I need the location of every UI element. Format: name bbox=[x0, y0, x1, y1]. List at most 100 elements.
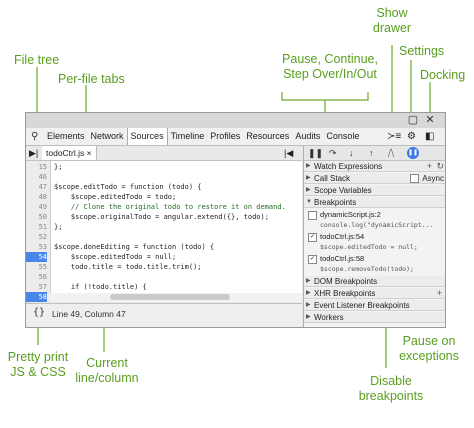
restore-icon[interactable]: ▢ bbox=[407, 114, 419, 126]
pause-on-exceptions-icon[interactable]: ❚❚ bbox=[407, 147, 419, 159]
dock-icon[interactable]: ◧ bbox=[425, 130, 434, 143]
disable-breakpoints-icon[interactable]: ⧸⧹ bbox=[388, 147, 394, 159]
line-number[interactable]: 49 bbox=[26, 202, 47, 212]
code-line: $scope.doneEditing = function (todo) { bbox=[54, 243, 215, 251]
pane-xhr-label: XHR Breakpoints bbox=[314, 289, 376, 298]
breakpoint-checkbox[interactable] bbox=[308, 210, 317, 220]
line-number[interactable]: 15 bbox=[26, 162, 47, 172]
line-number[interactable]: 51 bbox=[26, 222, 47, 232]
gear-icon[interactable]: ⚙ bbox=[407, 130, 416, 143]
pane-watch-label: Watch Expressions bbox=[314, 162, 383, 171]
add-icon[interactable]: + bbox=[427, 161, 432, 172]
debugger-sidebar: ❚❚ ↷ ↓ ↑ ⧸⧹ ❚❚ ▶ Watch Expressions + ↻ ▶… bbox=[303, 146, 445, 327]
code-line: $scope.originalTodo = angular.extend({},… bbox=[54, 213, 269, 221]
step-into-icon[interactable]: ↓ bbox=[349, 147, 354, 159]
pane-breakpoints[interactable]: ▼ Breakpoints bbox=[304, 197, 445, 208]
tab-resources[interactable]: Resources bbox=[243, 128, 292, 145]
status-bar: {} Line 49, Column 47 bbox=[26, 303, 302, 327]
async-checkbox[interactable] bbox=[410, 174, 420, 184]
callout-pause-exc-2: exceptions bbox=[399, 349, 459, 363]
pretty-print-icon[interactable]: {} bbox=[33, 307, 45, 318]
pane-event-breakpoints[interactable]: ▶ Event Listener Breakpoints bbox=[304, 300, 445, 311]
devtools-window: ▢ ✕ ⚲ Elements Network Sources Timeline Prof… bbox=[25, 112, 446, 328]
collapsed-triangle-icon: ▶ bbox=[306, 314, 311, 320]
callout-pause-exc-1: Pause on bbox=[402, 334, 456, 348]
step-out-icon[interactable]: ↑ bbox=[369, 147, 374, 159]
pane-scope[interactable]: ▶ Scope Variables bbox=[304, 185, 445, 196]
close-tab-icon[interactable]: × bbox=[87, 148, 92, 158]
breakpoint-line-number[interactable]: 58 bbox=[26, 292, 47, 302]
line-number[interactable]: 55 bbox=[26, 262, 47, 272]
tab-sources[interactable]: Sources bbox=[126, 128, 168, 145]
callout-pause-line1: Pause, Continue, bbox=[282, 52, 378, 66]
code-line: if (!todo.title) { bbox=[54, 283, 147, 291]
file-tree-toggle-icon[interactable]: ▶| bbox=[29, 147, 38, 160]
tab-profiles[interactable]: Profiles bbox=[207, 128, 243, 145]
pane-dom-breakpoints[interactable]: ▶ DOM Breakpoints bbox=[304, 276, 445, 287]
line-number[interactable]: 46 bbox=[26, 172, 47, 182]
breakpoint-item[interactable]: ✓ todoCtrl.js:54 $scope.editedTodo = null; bbox=[308, 232, 418, 252]
pane-workers[interactable]: ▶ Workers bbox=[304, 312, 445, 323]
tab-network[interactable]: Network bbox=[88, 128, 127, 145]
breakpoint-code: $scope.removeTodo(todo); bbox=[320, 264, 414, 273]
breakpoint-checkbox[interactable]: ✓ bbox=[308, 232, 317, 242]
show-drawer-icon[interactable]: ≻≡ bbox=[387, 130, 401, 143]
horizontal-scrollbar[interactable] bbox=[50, 293, 302, 302]
line-number[interactable]: 53 bbox=[26, 242, 47, 252]
callout-disable-bp-1: Disable bbox=[370, 374, 412, 388]
callout-settings: Settings bbox=[399, 44, 445, 58]
sidebar-toggle-icon[interactable]: |◀ bbox=[284, 147, 293, 160]
panel-tabs: Elements Network Sources Timeline Profiles Re… bbox=[44, 128, 362, 145]
breakpoint-line-number[interactable]: 54 bbox=[26, 252, 47, 262]
callout-current-1: Current bbox=[86, 356, 128, 370]
breakpoint-code: console.log("dynamicScript... bbox=[320, 220, 434, 229]
code-editor[interactable]: 1546474849505152535455565758596061 }; $sc… bbox=[26, 161, 302, 302]
async-toggle[interactable]: Async bbox=[410, 173, 444, 184]
pane-xhr-breakpoints[interactable]: ▶ XHR Breakpoints + bbox=[304, 288, 445, 299]
tab-elements[interactable]: Elements bbox=[44, 128, 88, 145]
line-number[interactable]: 50 bbox=[26, 212, 47, 222]
pane-scope-label: Scope Variables bbox=[314, 186, 372, 195]
callout-disable-bp-2: breakpoints bbox=[358, 389, 424, 403]
breakpoint-title: dynamicScript.js:2 bbox=[320, 210, 381, 219]
code-line: todo.title = todo.title.trim(); bbox=[54, 263, 202, 271]
breakpoint-item[interactable]: dynamicScript.js:2 console.log("dynamicSc… bbox=[308, 210, 434, 230]
pane-workers-label: Workers bbox=[314, 313, 344, 322]
close-icon[interactable]: ✕ bbox=[424, 114, 436, 126]
pane-callstack-label: Call Stack bbox=[314, 174, 351, 183]
line-number[interactable]: 48 bbox=[26, 192, 47, 202]
main-toolbar: ⚲ Elements Network Sources Timeline Profiles… bbox=[26, 128, 445, 146]
line-number[interactable]: 57 bbox=[26, 282, 47, 292]
breakpoint-checkbox[interactable]: ✓ bbox=[308, 254, 317, 264]
line-number[interactable]: 56 bbox=[26, 272, 47, 282]
pause-icon[interactable]: ❚❚ bbox=[308, 147, 323, 159]
search-icon[interactable]: ⚲ bbox=[31, 131, 38, 142]
file-tab[interactable]: todoCtrl.js × bbox=[42, 146, 97, 160]
pane-event-label: Event Listener Breakpoints bbox=[314, 301, 410, 310]
tab-audits[interactable]: Audits bbox=[292, 128, 323, 145]
line-gutter[interactable]: 1546474849505152535455565758596061 bbox=[26, 161, 51, 302]
line-number[interactable]: 47 bbox=[26, 182, 47, 192]
pane-watch[interactable]: ▶ Watch Expressions + ↻ bbox=[304, 161, 445, 172]
tab-timeline[interactable]: Timeline bbox=[168, 128, 208, 145]
pane-callstack[interactable]: ▶ Call Stack Async bbox=[304, 173, 445, 184]
callout-show-drawer-2: drawer bbox=[372, 21, 412, 35]
add-icon[interactable]: + bbox=[437, 288, 442, 299]
breakpoint-item[interactable]: ✓ todoCtrl.js:58 $scope.removeTodo(todo); bbox=[308, 254, 414, 274]
step-over-icon[interactable]: ↷ bbox=[329, 147, 337, 159]
pane-dom-label: DOM Breakpoints bbox=[314, 277, 378, 286]
tab-console[interactable]: Console bbox=[323, 128, 362, 145]
code-line: $scope.editedTodo = todo; bbox=[54, 193, 177, 201]
callout-current-2: line/column bbox=[75, 371, 139, 385]
refresh-icon[interactable]: ↻ bbox=[436, 161, 444, 172]
code-line: }; bbox=[54, 223, 63, 231]
callout-current-line: Current line/column bbox=[72, 356, 142, 386]
scrollbar-thumb[interactable] bbox=[110, 294, 230, 300]
collapsed-triangle-icon: ▶ bbox=[306, 302, 311, 308]
collapsed-triangle-icon: ▶ bbox=[306, 187, 311, 193]
callout-file-tree: File tree bbox=[14, 53, 60, 67]
line-number[interactable]: 52 bbox=[26, 232, 47, 242]
callout-docking: Docking bbox=[420, 68, 466, 82]
breakpoint-title: todoCtrl.js:54 bbox=[320, 232, 365, 241]
callout-per-file-tabs: Per-file tabs bbox=[58, 72, 125, 86]
